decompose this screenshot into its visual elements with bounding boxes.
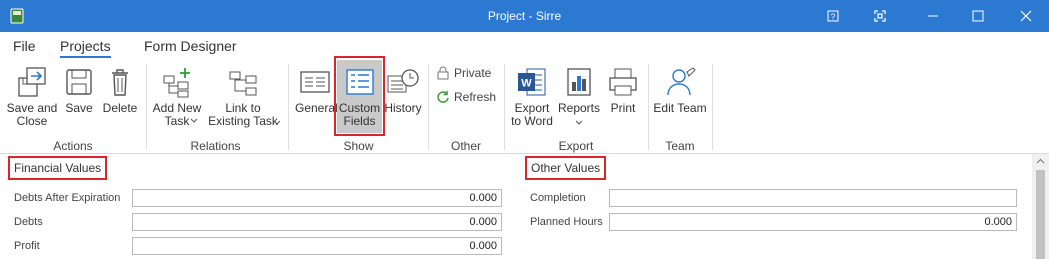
svg-text:W: W <box>521 78 532 90</box>
maximize-button[interactable] <box>955 0 1001 32</box>
history-button[interactable]: History <box>384 66 422 115</box>
chevron-down-icon <box>273 120 281 125</box>
title-bar: Project - Sirre ? <box>0 0 1049 32</box>
form-area: Financial Values Debts After Expiration … <box>0 154 1049 259</box>
group-show-label: Show <box>343 139 374 153</box>
reports-button[interactable]: Reports <box>557 66 601 125</box>
print-button[interactable]: Print <box>604 66 642 115</box>
group-export-label: Export <box>558 139 594 153</box>
private-button[interactable]: Private <box>436 66 491 80</box>
save-label: Save <box>65 101 93 115</box>
word-icon: W <box>518 68 546 96</box>
highlight-box <box>334 56 385 136</box>
fullscreen-button[interactable] <box>857 0 903 32</box>
chevron-down-icon <box>190 118 198 123</box>
link-existing-task-button[interactable]: Link to Existing Task <box>205 66 281 128</box>
refresh-icon <box>437 91 449 103</box>
separator <box>648 64 649 150</box>
private-label: Private <box>454 66 492 80</box>
separator <box>428 64 429 150</box>
separator <box>712 64 713 150</box>
other-values-title: Other Values <box>525 156 607 180</box>
group-team-label: Team <box>665 139 695 153</box>
export-to-word-label: Export to Word <box>511 101 553 128</box>
group-actions-label: Actions <box>53 139 93 153</box>
minimize-button[interactable] <box>910 0 956 32</box>
fullscreen-icon <box>874 10 886 22</box>
printer-icon <box>609 68 637 96</box>
refresh-label: Refresh <box>454 90 497 104</box>
help-icon: ? <box>827 10 839 22</box>
save-and-close-label: Save and Close <box>6 101 58 128</box>
reports-icon <box>567 68 591 96</box>
trash-icon <box>112 69 128 96</box>
debts-after-expiration-input[interactable]: 0.000 <box>132 189 502 207</box>
delete-label: Delete <box>102 101 138 115</box>
save-close-icon <box>18 67 46 97</box>
export-to-word-button[interactable]: W Export to Word <box>510 66 554 128</box>
history-label: History <box>384 101 422 115</box>
refresh-button[interactable]: Refresh <box>436 90 496 104</box>
tab-form-designer[interactable]: Form Designer <box>144 38 237 54</box>
tab-file[interactable]: File <box>13 38 36 54</box>
field-label: Debts After Expiration <box>14 192 121 204</box>
scroll-up-icon[interactable] <box>1036 158 1045 164</box>
chevron-down-icon <box>575 120 583 125</box>
tab-projects[interactable]: Projects <box>60 38 111 58</box>
add-new-task-label: Add New Task <box>152 101 202 128</box>
general-label: General <box>295 101 338 115</box>
scrollbar-thumb[interactable] <box>1036 170 1045 259</box>
lock-icon <box>437 66 449 80</box>
team-icon <box>667 67 696 96</box>
svg-text:?: ? <box>831 13 836 22</box>
edit-team-label: Edit Team <box>653 101 707 115</box>
add-task-icon <box>163 68 190 98</box>
save-icon <box>66 69 92 95</box>
group-other-label: Other <box>450 139 481 153</box>
separator <box>146 64 147 150</box>
profit-input[interactable]: 0.000 <box>132 237 502 255</box>
completion-input[interactable] <box>609 189 1017 207</box>
ribbon: Save and Close Save Delete Actions Add N… <box>0 56 1049 154</box>
link-existing-task-label: Link to Existing Task <box>208 101 278 128</box>
close-icon <box>1020 10 1032 22</box>
close-button[interactable] <box>1003 0 1049 32</box>
field-label: Debts <box>14 216 43 228</box>
print-label: Print <box>610 101 636 115</box>
field-label: Completion <box>530 192 586 204</box>
menu-bar: File Projects Form Designer <box>0 32 1049 60</box>
planned-hours-input[interactable]: 0.000 <box>609 213 1017 231</box>
minimize-icon <box>928 15 938 17</box>
history-icon <box>387 69 419 93</box>
form-icon <box>300 71 330 93</box>
link-task-icon <box>229 71 257 96</box>
separator <box>288 64 289 150</box>
field-label: Profit <box>14 240 40 252</box>
maximize-icon <box>972 10 984 22</box>
separator <box>504 64 505 150</box>
save-button[interactable]: Save <box>62 66 96 115</box>
field-label: Planned Hours <box>530 216 603 228</box>
financial-values-title: Financial Values <box>8 156 108 180</box>
help-button[interactable]: ? <box>810 0 856 32</box>
group-relations-label: Relations <box>190 139 241 153</box>
edit-team-button[interactable]: Edit Team <box>652 66 708 115</box>
general-button[interactable]: General <box>295 66 338 115</box>
debts-input[interactable]: 0.000 <box>132 213 502 231</box>
vertical-scrollbar[interactable] <box>1032 154 1049 259</box>
save-and-close-button[interactable]: Save and Close <box>6 66 58 128</box>
delete-button[interactable]: Delete <box>100 66 140 115</box>
add-new-task-button[interactable]: Add New Task <box>150 66 204 128</box>
reports-label: Reports <box>557 101 601 115</box>
